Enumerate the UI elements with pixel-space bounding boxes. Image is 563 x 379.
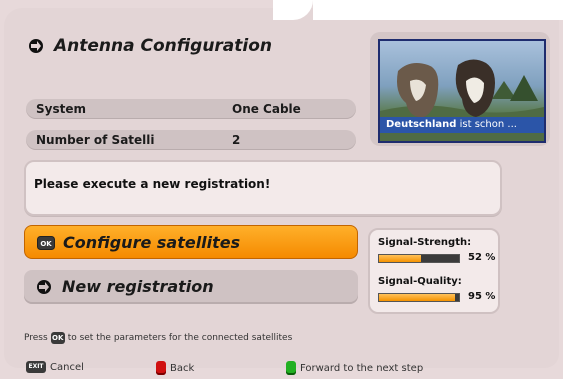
signal-strength-value: 52 %: [468, 252, 496, 263]
message-box: Please execute a new registration!: [24, 160, 502, 216]
setting-value: 2: [232, 133, 241, 147]
back-label: Back: [170, 362, 195, 374]
video-caption-rest: ist schon ...: [456, 119, 517, 130]
forward-action[interactable]: Forward to the next step: [286, 361, 423, 375]
setting-value: One Cable: [232, 102, 301, 116]
video-preview: Deutschland ist schon ...: [370, 32, 550, 146]
hint-text: Press OK to set the parameters for the c…: [24, 332, 292, 344]
top-notch: [313, 0, 563, 20]
signal-quality-value: 95 %: [468, 291, 496, 302]
svg-text:OK: OK: [40, 240, 52, 248]
signal-quality-bar: [378, 293, 460, 302]
signal-quality-fill: [379, 294, 455, 301]
video-caption: Deutschland ist schon ...: [380, 117, 544, 133]
video-frame: Deutschland ist schon ...: [378, 39, 546, 143]
hint-prefix: Press: [24, 333, 48, 343]
cancel-label: Cancel: [50, 361, 84, 373]
arrow-right-icon: [28, 38, 44, 54]
screen: Antenna Configuration System One Cable N…: [0, 0, 563, 379]
setting-label: Number of Satellit‹: [36, 133, 154, 147]
red-key-icon: [156, 361, 166, 375]
configure-satellites-label: Configure satellites: [63, 233, 241, 252]
page-title: Antenna Configuration: [54, 36, 273, 56]
forward-label: Forward to the next step: [300, 362, 424, 374]
configure-satellites-button[interactable]: OK Configure satellites: [24, 225, 358, 259]
signal-quality-label: Signal-Quality:: [378, 276, 462, 287]
ok-key-icon: OK: [50, 332, 65, 344]
new-registration-label: New registration: [62, 277, 214, 296]
back-action[interactable]: Back: [156, 361, 194, 375]
footer-bar: EXIT Cancel Back Forward to the next ste…: [0, 358, 563, 378]
setting-row-satellites[interactable]: Number of Satellit‹ 2: [26, 130, 356, 150]
page-title-row: Antenna Configuration: [28, 32, 272, 60]
hint-suffix: to set the parameters for the connected …: [67, 333, 293, 343]
message-text: Please execute a new registration!: [34, 177, 271, 191]
ok-key-icon: OK: [37, 235, 55, 254]
signal-strength-label: Signal-Strength:: [378, 237, 472, 248]
video-caption-bold: Deutschland: [386, 119, 457, 130]
signal-strength-bar: [378, 254, 460, 263]
green-key-icon: [286, 361, 296, 375]
new-registration-button[interactable]: New registration: [24, 270, 358, 304]
setting-row-system[interactable]: System One Cable: [26, 99, 356, 119]
arrow-right-icon: [36, 279, 52, 299]
signal-panel: Signal-Strength: 52 % Signal-Quality: 95…: [368, 228, 500, 314]
cancel-action[interactable]: EXIT Cancel: [26, 361, 84, 373]
setting-label: System: [36, 102, 86, 116]
signal-strength-fill: [379, 255, 421, 262]
exit-key-icon: EXIT: [26, 361, 46, 373]
